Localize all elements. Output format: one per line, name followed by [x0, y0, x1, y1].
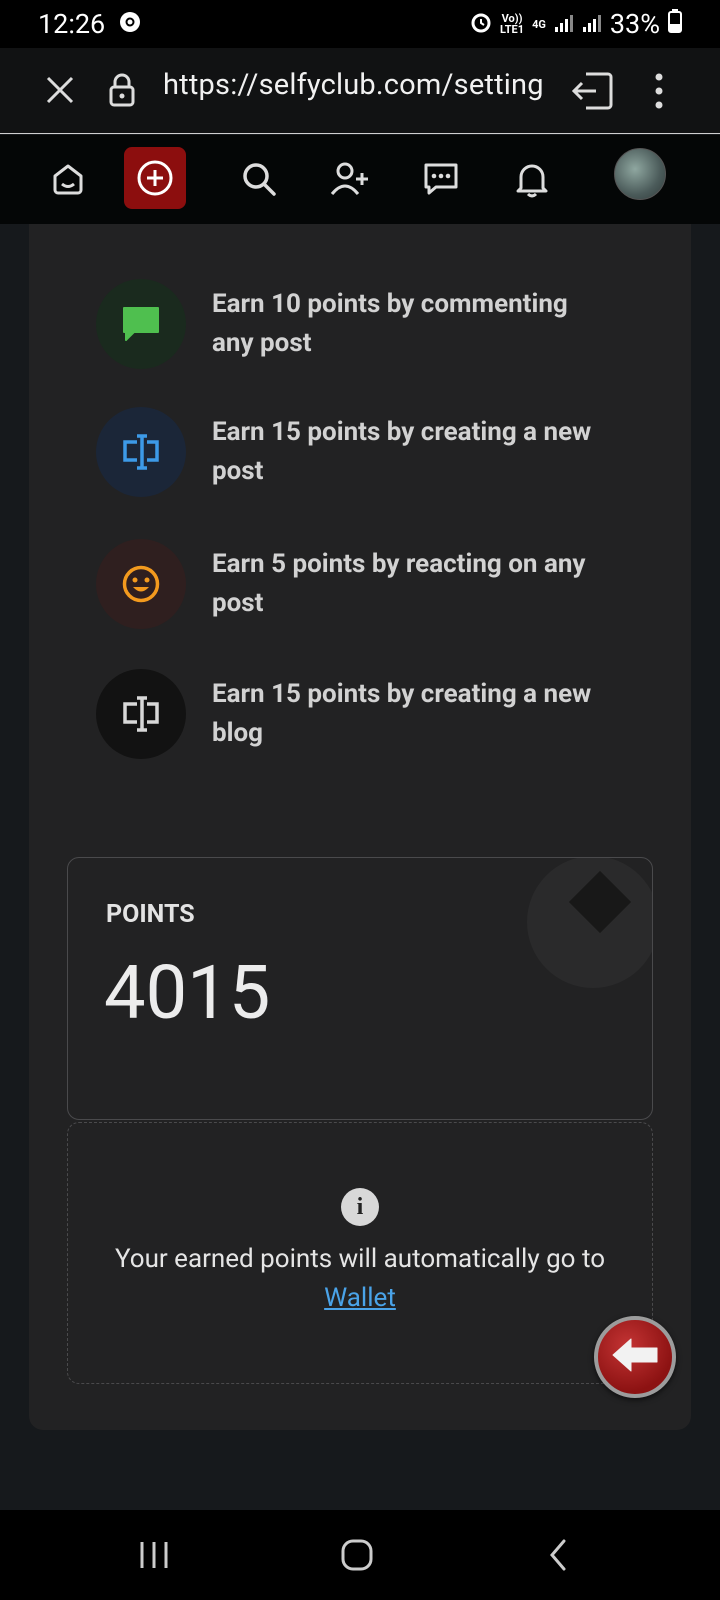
home-nav-icon[interactable] [340, 1538, 374, 1576]
volte-bottom: LTE1 [500, 23, 525, 36]
create-post-button[interactable] [124, 147, 186, 209]
earn-item-text: Earn 15 points by creating a new post [212, 417, 592, 486]
comment-icon [96, 279, 186, 369]
earn-item-comment: Earn 10 points by commenting any post [96, 279, 612, 369]
points-value: 4015 [104, 950, 271, 1037]
signal-icon-2 [582, 8, 602, 40]
wallet-info-text: Your earned points will automatically go… [67, 1240, 653, 1318]
site-nav-bar [0, 135, 720, 224]
earn-item-text: Earn 5 points by reacting on any post [212, 549, 586, 618]
open-in-app-icon[interactable] [570, 70, 614, 116]
status-bar: 12:26 Vo)) LTE1 4G 33% [0, 0, 720, 48]
recent-apps-icon[interactable] [139, 1540, 169, 1574]
smiley-icon [96, 539, 186, 629]
search-icon[interactable] [233, 153, 285, 205]
info-icon: i [341, 1188, 379, 1226]
wallet-info-message: Your earned points will automatically go… [114, 1244, 606, 1274]
alarm-icon [470, 8, 492, 40]
arrow-left-icon [609, 1335, 661, 1379]
url-text[interactable]: https://selfyclub.com/setting [163, 68, 544, 102]
points-label: POINTS [106, 900, 195, 929]
messages-icon[interactable] [415, 153, 467, 205]
more-options-icon[interactable] [654, 72, 664, 114]
home-icon[interactable] [42, 153, 94, 205]
status-time: 12:26 [38, 8, 106, 40]
browser-toolbar: https://selfyclub.com/setting [0, 48, 720, 134]
add-friend-icon[interactable] [324, 153, 376, 205]
profile-avatar[interactable] [614, 148, 666, 200]
volte-indicator: Vo)) LTE1 [500, 13, 524, 35]
network-type: 4G [532, 17, 546, 31]
battery-percent: 33% [609, 8, 660, 40]
signal-icon [554, 8, 574, 40]
post-icon [96, 407, 186, 497]
back-button[interactable] [594, 1316, 676, 1398]
lock-icon[interactable] [108, 72, 136, 112]
blog-icon [96, 669, 186, 759]
system-nav-bar [0, 1510, 720, 1600]
earn-item-post: Earn 15 points by creating a new post [96, 407, 612, 497]
earn-item-blog: Earn 15 points by creating a new blog [96, 669, 612, 759]
earn-item-text: Earn 10 points by commenting any post [212, 289, 568, 358]
close-icon[interactable] [44, 74, 76, 110]
earn-item-text: Earn 15 points by creating a new blog [212, 679, 592, 748]
back-nav-icon[interactable] [548, 1538, 568, 1576]
notifications-icon[interactable] [506, 153, 558, 205]
earn-item-react: Earn 5 points by reacting on any post [96, 539, 612, 629]
wallet-link[interactable]: Wallet [324, 1283, 396, 1313]
chrome-icon [119, 8, 141, 40]
points-summary: POINTS 4015 [67, 857, 653, 1120]
battery-icon [668, 8, 682, 40]
